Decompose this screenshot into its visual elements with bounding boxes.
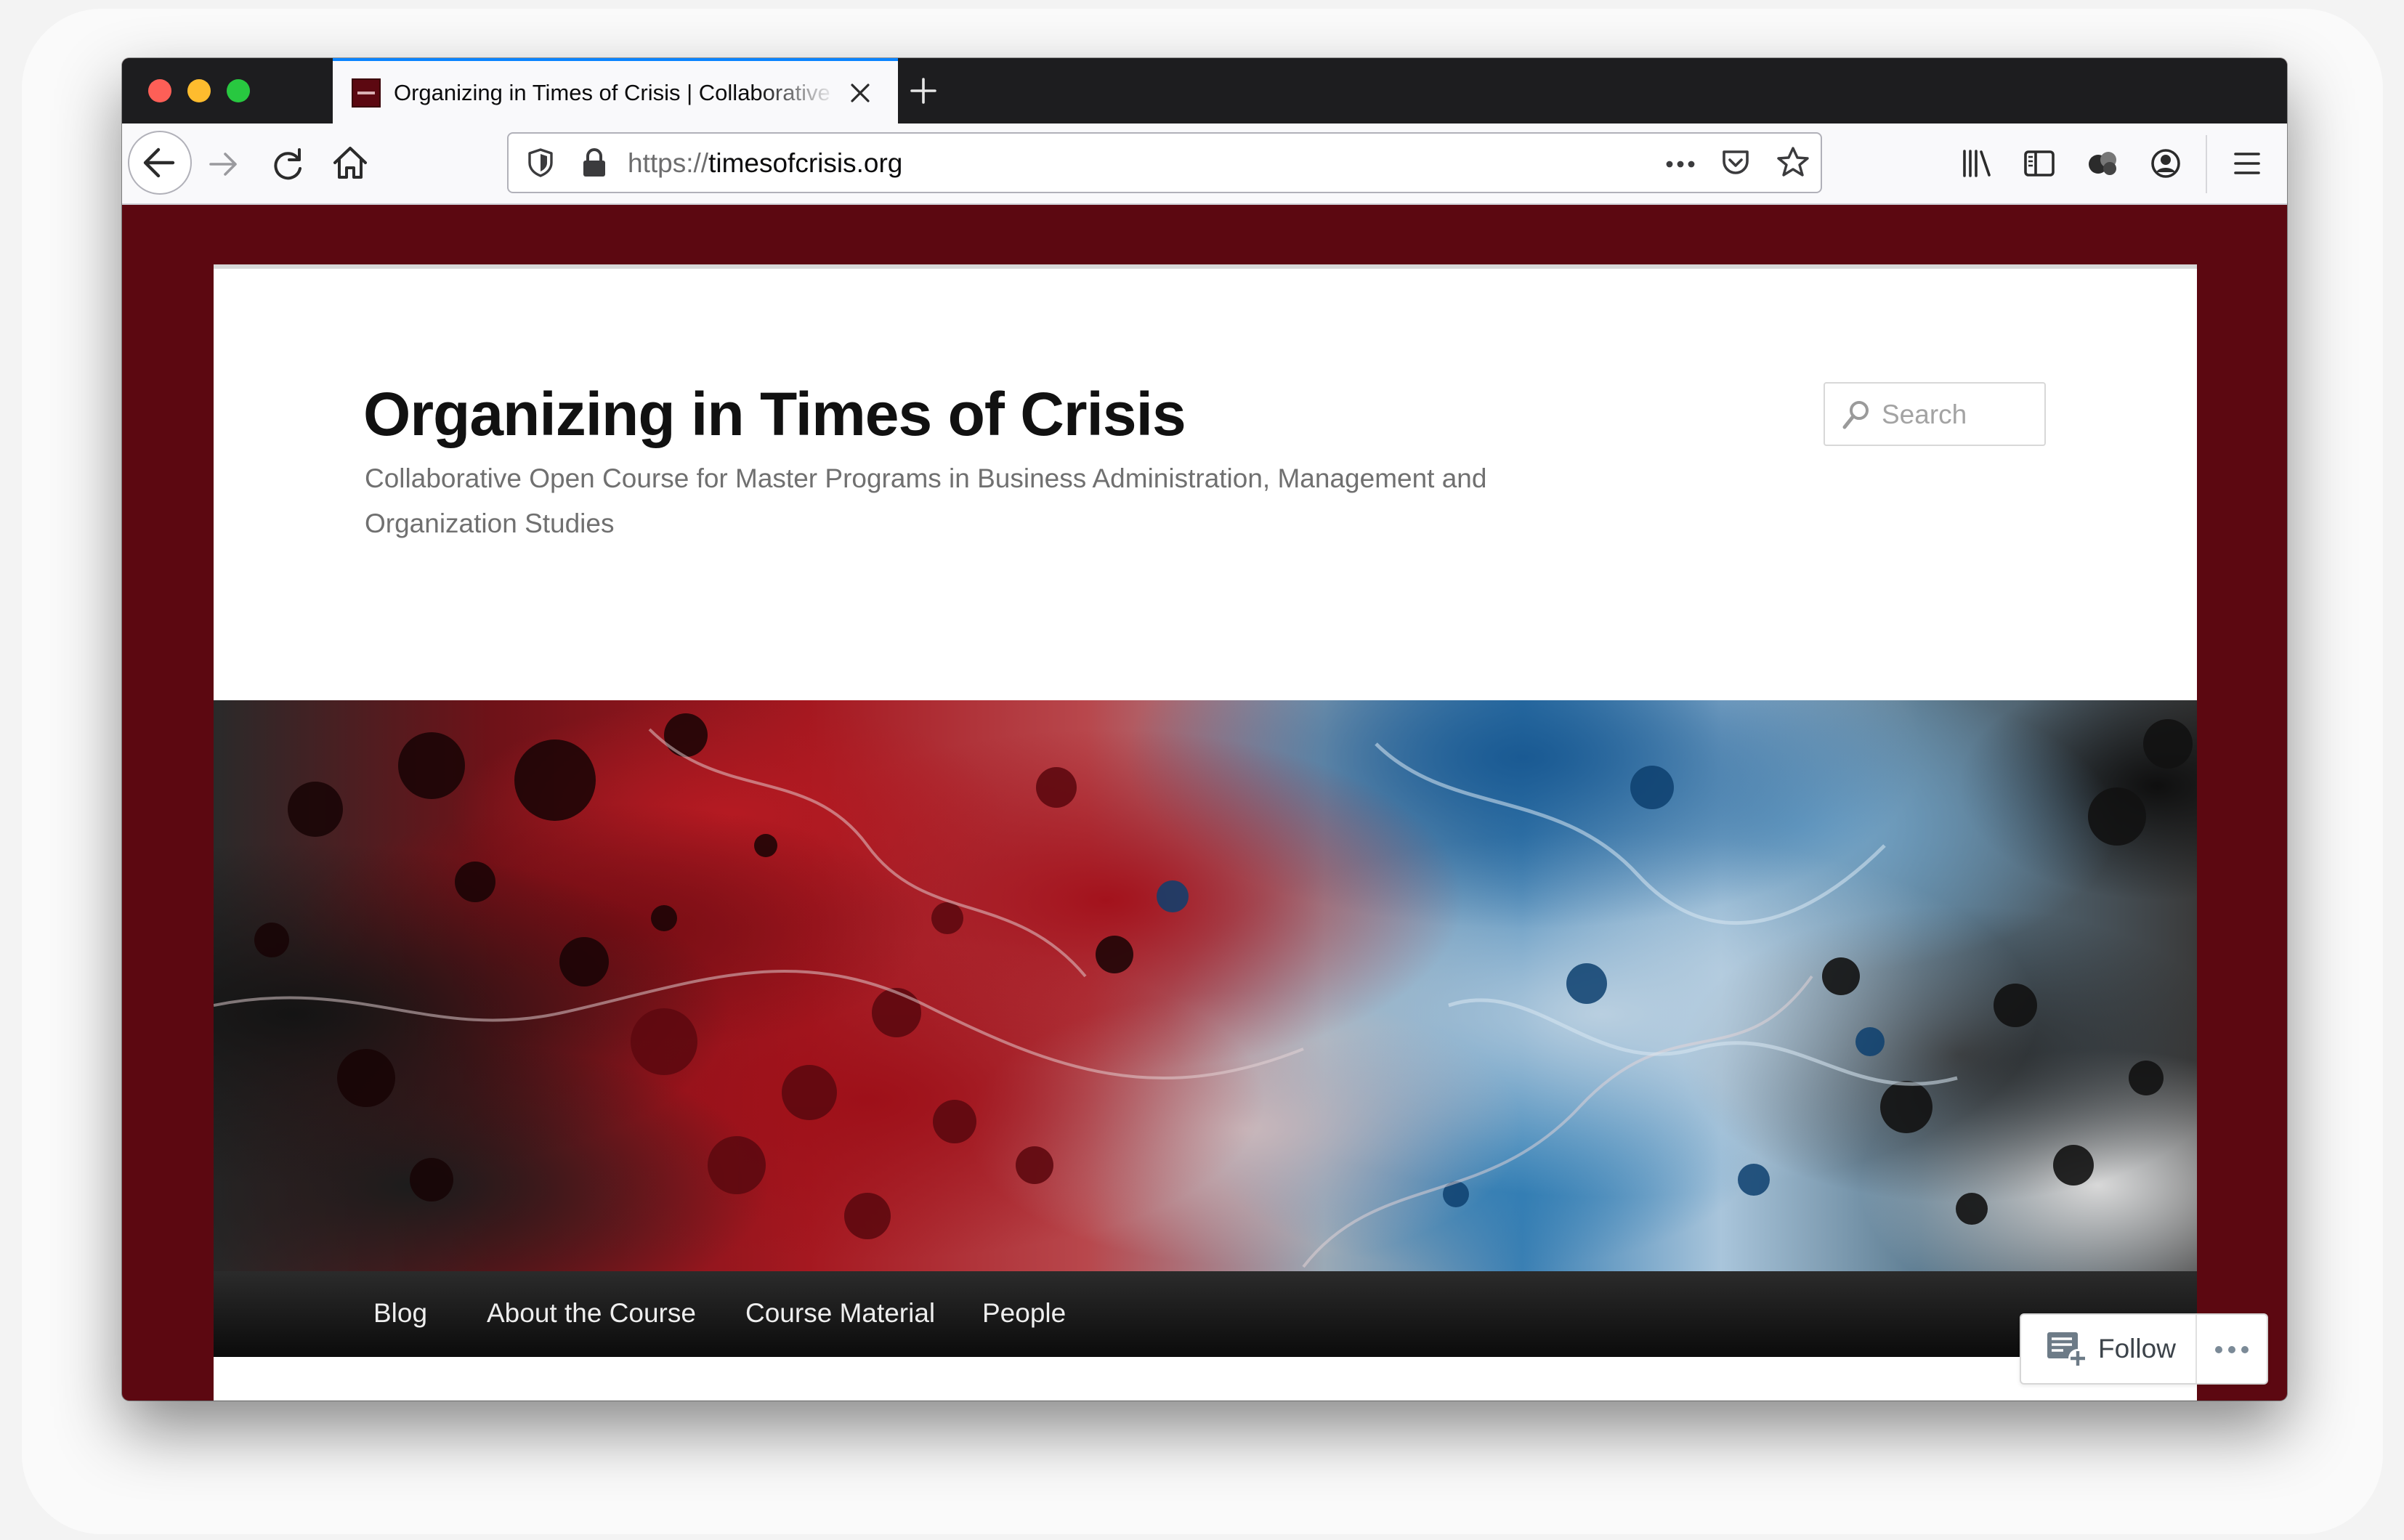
- url-host: timesofcrisis.org: [708, 148, 903, 178]
- search-input[interactable]: [1880, 394, 2036, 436]
- site-title[interactable]: Organizing in Times of Crisis: [363, 378, 1186, 450]
- header-image: [214, 700, 2197, 1271]
- tab-title: Organizing in Times of Crisis | Collabor…: [394, 80, 837, 105]
- library-icon[interactable]: [1959, 145, 1995, 182]
- site-favicon-icon: [352, 78, 381, 108]
- sidebar-icon[interactable]: [2021, 145, 2057, 182]
- home-icon[interactable]: [328, 141, 372, 185]
- site-description: Collaborative Open Course for Master Pro…: [365, 463, 1487, 538]
- browser-window: Organizing in Times of Crisis | Collabor…: [122, 58, 2287, 1401]
- url-text[interactable]: https://timesofcrisis.org: [628, 148, 902, 179]
- follow-button[interactable]: Follow: [2021, 1315, 2197, 1383]
- follow-more-button[interactable]: [2197, 1315, 2267, 1383]
- minimize-window-button[interactable]: [187, 79, 211, 102]
- menu-item-people[interactable]: People: [982, 1294, 1066, 1332]
- new-tab-icon[interactable]: [905, 73, 942, 109]
- zoom-window-button[interactable]: [227, 79, 250, 102]
- extensions-icon[interactable]: [2085, 145, 2121, 182]
- forward-arrow-icon[interactable]: [202, 142, 246, 186]
- menu-item-blog[interactable]: Blog: [373, 1294, 427, 1332]
- site-page: Organizing in Times of Crisis Collaborat…: [214, 264, 2197, 1401]
- shield-icon[interactable]: [523, 145, 558, 180]
- close-window-button[interactable]: [148, 79, 171, 102]
- follow-label: Follow: [2098, 1334, 2176, 1363]
- bookmark-star-icon[interactable]: [1774, 144, 1812, 182]
- account-icon[interactable]: [2148, 145, 2184, 182]
- header-image-texture: [214, 713, 2193, 1268]
- more-dots-icon: [2215, 1346, 2249, 1353]
- back-button[interactable]: [128, 131, 192, 195]
- lock-icon[interactable]: [578, 145, 610, 180]
- back-arrow-icon: [143, 147, 175, 178]
- browser-tab-active[interactable]: Organizing in Times of Crisis | Collabor…: [333, 58, 898, 123]
- menu-item-course-material[interactable]: Course Material: [745, 1294, 935, 1332]
- main-menu: Blog About the Course Course Material Pe…: [214, 1271, 2197, 1357]
- more-dots-icon[interactable]: [1662, 148, 1699, 180]
- menu-item-about-the-course[interactable]: About the Course: [487, 1294, 696, 1332]
- pocket-icon[interactable]: [1717, 145, 1754, 182]
- toolbar-separator: [2206, 135, 2207, 193]
- hamburger-menu-icon[interactable]: [2229, 145, 2265, 182]
- address-bar[interactable]: https://timesofcrisis.org: [507, 132, 1822, 193]
- search-icon: [1842, 401, 1869, 429]
- reload-icon[interactable]: [266, 142, 309, 186]
- close-tab-icon[interactable]: [847, 80, 873, 106]
- follow-bar: Follow: [2020, 1313, 2268, 1385]
- follow-icon: [2047, 1332, 2087, 1368]
- navigation-toolbar: https://timesofcrisis.org: [122, 123, 2287, 205]
- url-scheme: https://: [628, 148, 709, 178]
- title-bar: Organizing in Times of Crisis | Collabor…: [122, 58, 2287, 123]
- search-form[interactable]: [1824, 382, 2046, 446]
